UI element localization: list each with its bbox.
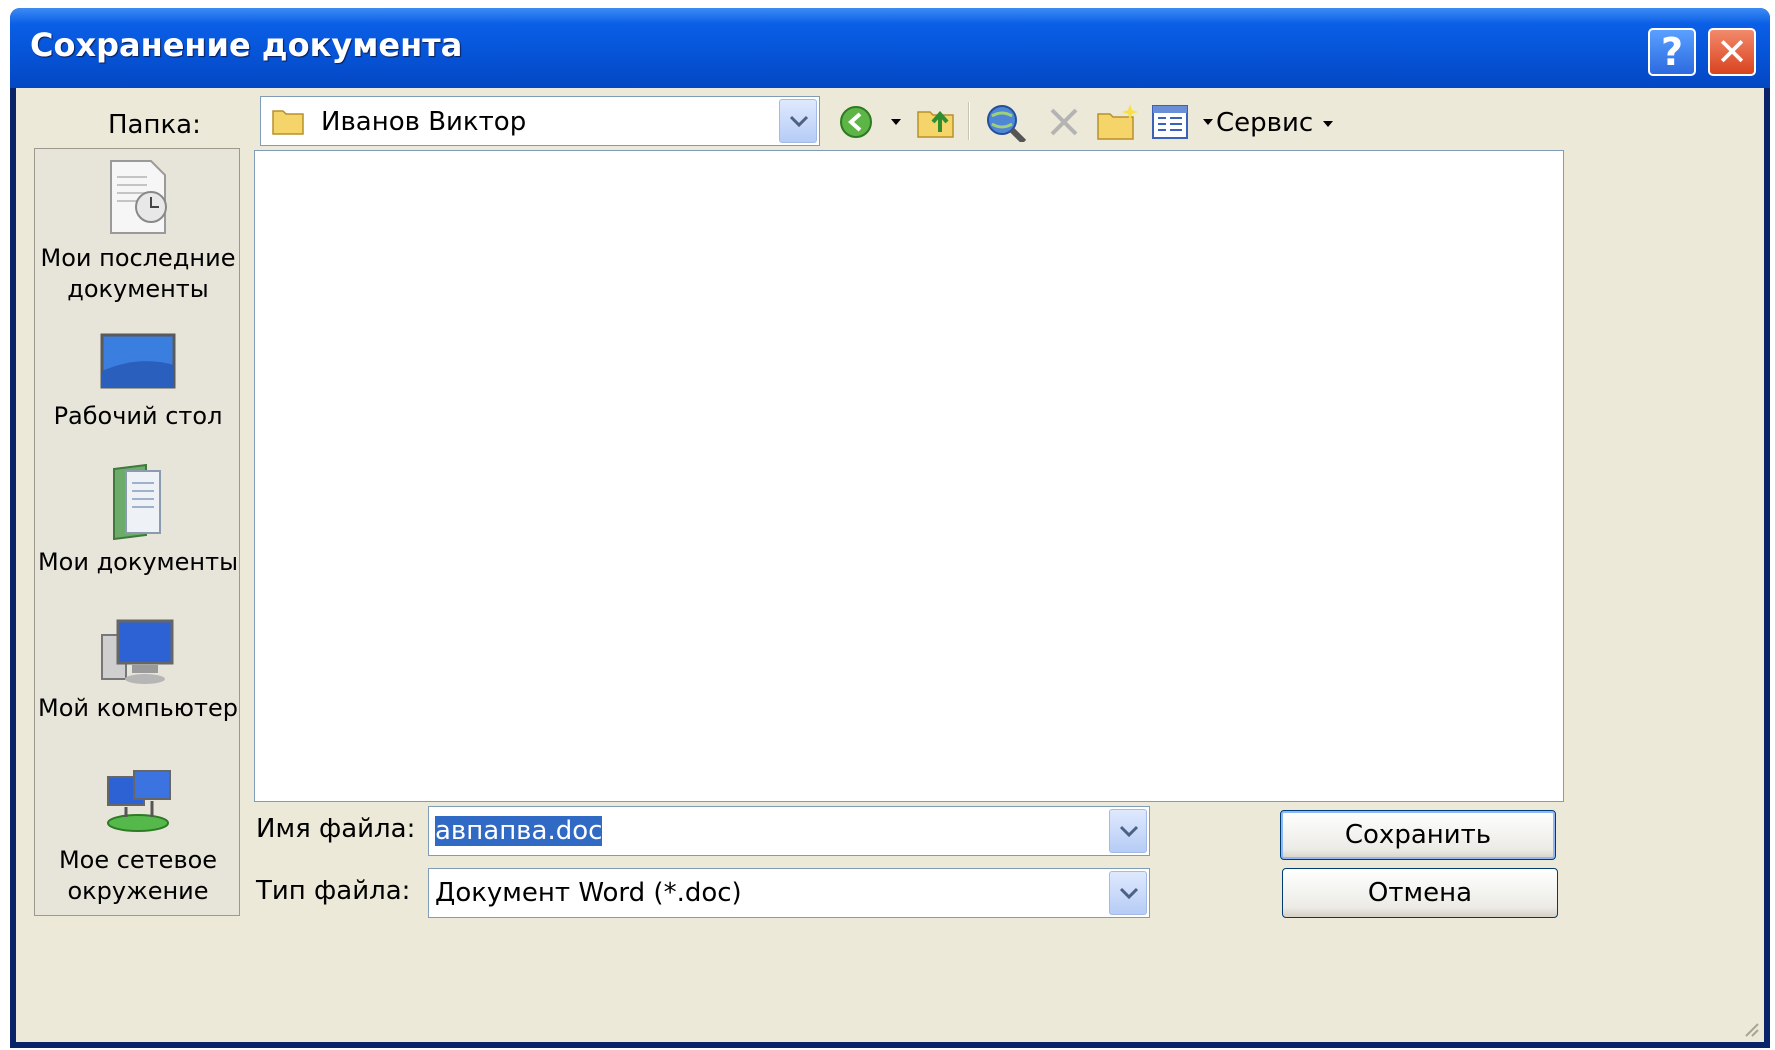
chevron-down-icon (1119, 887, 1139, 900)
my-computer-icon (101, 619, 174, 684)
help-button[interactable]: ? (1648, 28, 1696, 76)
filetype-label: Тип файла: (256, 876, 411, 906)
filename-dropdown-button[interactable] (1109, 809, 1147, 853)
file-list[interactable] (254, 150, 1564, 802)
places-item-label: Мой компьютер (38, 694, 238, 722)
places-item-label: Мои последние документы (40, 244, 236, 303)
folder-label: Папка: (108, 110, 201, 140)
new-folder-icon[interactable] (1096, 102, 1140, 142)
network-places-icon (107, 770, 171, 832)
service-label: Сервис (1216, 108, 1314, 138)
desktop-icon (100, 333, 176, 389)
views-dropdown-icon[interactable] (1200, 102, 1216, 142)
save-button[interactable]: Сохранить (1280, 810, 1556, 860)
help-icon: ? (1660, 30, 1684, 74)
window-title: Сохранение документа (30, 26, 463, 64)
folder-icon (272, 110, 304, 135)
chevron-down-icon (789, 115, 809, 128)
back-dropdown-icon[interactable] (888, 102, 904, 142)
title-bar[interactable]: Сохранение документа ? ✕ (10, 8, 1770, 88)
filetype-value: Документ Word (*.doc) (435, 878, 742, 908)
filename-input[interactable]: авпапва.doc (428, 806, 1150, 856)
views-icon[interactable] (1150, 102, 1190, 142)
places-item-desktop[interactable]: Рабочий стол (35, 331, 241, 432)
folder-dropdown-button[interactable] (779, 99, 817, 143)
resize-grip-icon[interactable] (1742, 1020, 1760, 1038)
places-item-my-computer[interactable]: Мой компьютер (35, 617, 241, 724)
places-item-label: Мои документы (37, 548, 239, 576)
dialog-body: Папка: Иванов Виктор Сервис Мои последни… (16, 88, 1764, 1042)
places-bar: Мои последние документы Рабочий стол Мои… (34, 148, 240, 916)
places-item-label: Мое сетевое окружение (58, 846, 218, 905)
service-dropdown-icon (1323, 121, 1334, 127)
filename-label: Имя файла: (256, 814, 416, 844)
places-item-my-documents[interactable]: Мои документы (35, 461, 241, 578)
my-documents-icon (113, 463, 161, 541)
back-icon[interactable] (838, 102, 874, 142)
cancel-button[interactable]: Отмена (1282, 868, 1558, 918)
places-item-recent[interactable]: Мои последние документы (35, 157, 241, 305)
chevron-down-icon (1119, 825, 1139, 838)
close-button[interactable]: ✕ (1708, 28, 1756, 76)
filetype-select[interactable]: Документ Word (*.doc) (428, 868, 1150, 918)
web-search-icon[interactable] (984, 102, 1028, 142)
folder-value: Иванов Виктор (321, 107, 527, 137)
places-item-network[interactable]: Мое сетевое окружение (35, 769, 241, 907)
filetype-dropdown-button[interactable] (1109, 871, 1147, 915)
toolbar-separator (968, 102, 970, 140)
places-item-label: Рабочий стол (53, 402, 223, 430)
save-dialog: Сохранение документа ? ✕ Папка: Иванов В… (10, 8, 1770, 1048)
close-icon: ✕ (1716, 30, 1748, 74)
up-folder-icon[interactable] (916, 102, 958, 142)
folder-dropdown[interactable]: Иванов Виктор (260, 96, 820, 146)
delete-icon[interactable] (1046, 102, 1082, 142)
recent-documents-icon (110, 160, 167, 234)
service-menu[interactable]: Сервис (1216, 108, 1337, 138)
filename-value: авпапва.doc (435, 816, 603, 846)
